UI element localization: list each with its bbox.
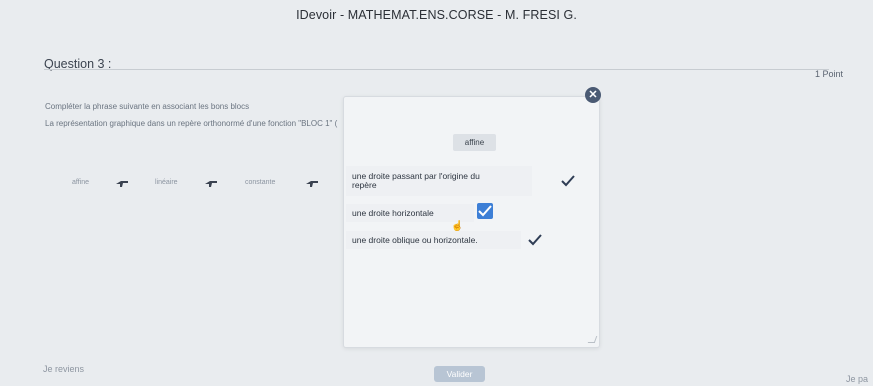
- skip-link[interactable]: Je pa: [846, 374, 868, 384]
- back-link[interactable]: Je reviens: [43, 364, 84, 374]
- option-text: une droite oblique ou horizontale.: [352, 235, 478, 245]
- page-title: IDevoir - MATHEMAT.ENS.CORSE - M. FRESI …: [296, 8, 577, 22]
- chip-constante[interactable]: constante: [245, 174, 275, 192]
- option-text: une droite horizontale: [352, 208, 434, 218]
- validate-button[interactable]: Valider: [434, 366, 485, 382]
- sentence-text: La représentation graphique dans un repè…: [45, 119, 338, 128]
- close-icon[interactable]: ✕: [585, 87, 601, 103]
- drag-hand-icon[interactable]: [115, 178, 129, 188]
- chip-lineaire[interactable]: linéaire: [155, 174, 178, 192]
- check-icon[interactable]: [560, 173, 576, 189]
- option-text: une droite passant par l'origine du repè…: [346, 172, 480, 190]
- option-line: repère: [352, 180, 377, 190]
- selected-chip-affine[interactable]: affine: [453, 134, 496, 151]
- chip-affine[interactable]: affine: [72, 174, 89, 192]
- question-divider: [44, 69, 829, 70]
- question-instruction: Compléter la phrase suivante en associan…: [45, 102, 250, 111]
- question-points: 1 Point: [814, 69, 843, 79]
- drag-hand-icon[interactable]: [305, 178, 319, 188]
- check-icon[interactable]: [477, 203, 493, 219]
- option-oblique[interactable]: une droite oblique ou horizontale.: [346, 231, 521, 249]
- option-origin-line[interactable]: une droite passant par l'origine du repè…: [346, 166, 532, 196]
- check-icon[interactable]: [527, 232, 543, 248]
- option-horizontal[interactable]: une droite horizontale: [346, 204, 474, 222]
- drag-hand-icon[interactable]: [204, 178, 218, 188]
- question-sentence: La représentation graphique dans un repè…: [45, 119, 337, 128]
